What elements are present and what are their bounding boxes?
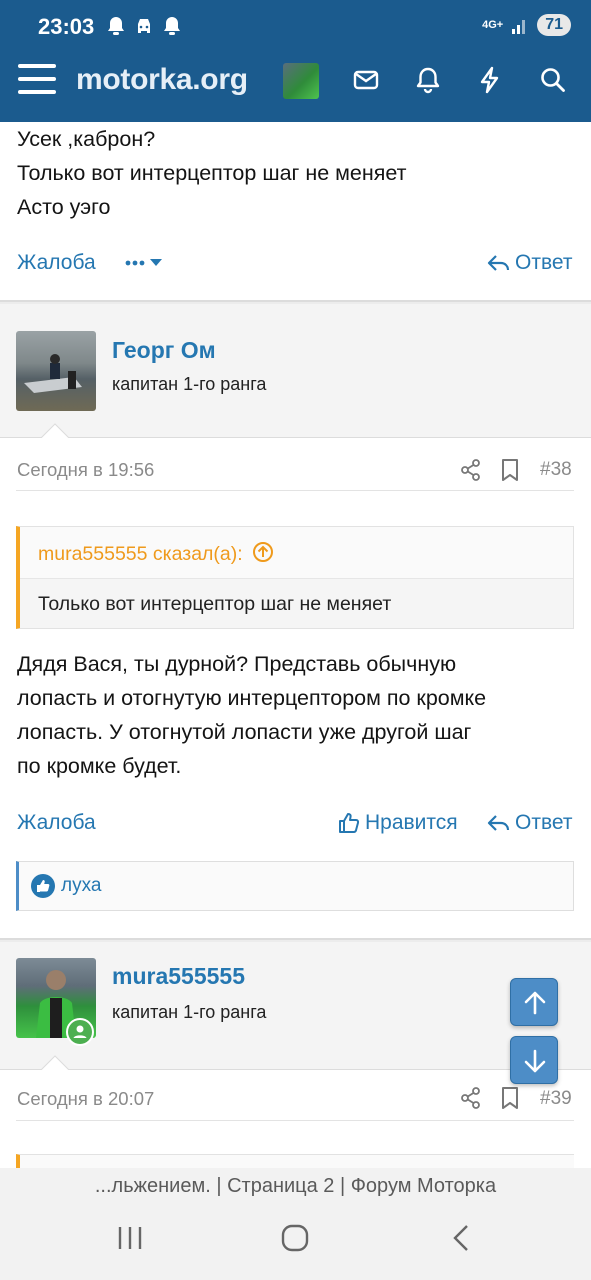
alerts-bell-icon[interactable] (413, 65, 443, 95)
post-39-author: mura555555 капитан 1-го ранга (0, 942, 591, 1071)
share-icon[interactable] (460, 459, 482, 481)
whats-new-bolt-icon[interactable] (475, 65, 505, 95)
bell-notification-icon (108, 17, 124, 35)
reply-arrow-icon (487, 255, 510, 271)
author-name[interactable]: mura555555 (112, 963, 245, 990)
app-header: 23:03 4G+ 71 motorka.org (0, 0, 591, 122)
post-date[interactable]: Сегодня в 19:56 (17, 459, 154, 481)
author-title: капитан 1-го ранга (112, 374, 267, 394)
reaction-users[interactable]: луха (61, 875, 101, 897)
post-37: Усек ,каброн? Только вот интерцептор шаг… (0, 122, 591, 302)
post-body: Усек ,каброн? Только вот интерцептор шаг… (17, 127, 407, 219)
post-number[interactable]: #39 (540, 1088, 572, 1110)
site-logo[interactable]: motorka.org (76, 63, 248, 97)
post-number[interactable]: #38 (540, 459, 572, 481)
status-time: 23:03 (38, 14, 95, 39)
bookmark-icon[interactable] (501, 458, 519, 482)
speech-pointer (40, 423, 70, 439)
reactions-bar[interactable]: луха (16, 861, 574, 911)
scroll-to-bottom-button[interactable] (510, 1036, 558, 1084)
online-user-icon (68, 1020, 92, 1044)
arrow-down-icon (524, 1049, 546, 1073)
share-icon[interactable] (460, 1087, 482, 1109)
report-link[interactable]: Жалоба (17, 811, 96, 835)
reply-button[interactable]: Ответ (487, 811, 572, 835)
quote-block: mura555555 сказал(а): Только вот интерце… (16, 526, 574, 629)
post-39: Сегодня в 20:07 #39 (0, 1070, 591, 1168)
menu-icon[interactable] (18, 64, 56, 96)
post-38: Сегодня в 19:56 #38 mura555555 сказал(а)… (0, 438, 591, 940)
post-date[interactable]: Сегодня в 20:07 (17, 1088, 154, 1110)
more-options-menu[interactable] (124, 253, 166, 278)
report-link[interactable]: Жалоба (17, 251, 96, 275)
quote-text: Только вот интерцептор шаг не меняет (38, 593, 392, 615)
recent-apps-icon[interactable] (116, 1224, 144, 1252)
car-mode-icon (138, 19, 150, 33)
scroll-to-top-button[interactable] (510, 978, 558, 1026)
quote-author[interactable]: mura555555 сказал(а): (38, 543, 243, 565)
search-icon[interactable] (538, 65, 568, 95)
ellipsis-dropdown-icon (125, 259, 162, 266)
site-nav: motorka.org (0, 52, 591, 122)
back-icon[interactable] (448, 1224, 476, 1252)
browser-page-title: ...льжением. | Страница 2 | Форум Моторк… (0, 1168, 591, 1204)
online-status-badge (66, 1018, 94, 1046)
author-name[interactable]: Георг Ом (112, 337, 216, 364)
speech-pointer (40, 1055, 70, 1071)
reply-button[interactable]: Ответ (487, 251, 572, 275)
like-button[interactable]: Нравится (338, 811, 458, 835)
arrow-up-icon (524, 991, 546, 1015)
bookmark-icon[interactable] (501, 1086, 519, 1110)
quote-block (16, 1154, 574, 1168)
signal-icon (512, 20, 526, 34)
inbox-icon[interactable] (351, 65, 381, 95)
post-body: Дядя Вася, ты дурной? Представь обычную … (17, 652, 487, 778)
status-bar: 23:03 4G+ 71 (0, 0, 591, 52)
author-avatar[interactable] (16, 331, 96, 411)
reply-arrow-icon (487, 815, 510, 831)
like-reaction-icon (31, 874, 55, 898)
author-title: капитан 1-го ранга (112, 1002, 267, 1022)
battery-level: 71 (537, 14, 571, 36)
system-navigation-bar (0, 1204, 591, 1280)
home-icon[interactable] (281, 1224, 309, 1252)
bell-notification-icon (164, 17, 180, 35)
post-38-author: Георг Ом капитан 1-го ранга (0, 304, 591, 439)
thumbs-up-icon (339, 813, 360, 833)
network-type: 4G+ (482, 19, 504, 31)
user-avatar[interactable] (283, 63, 319, 99)
jump-to-quote-icon[interactable] (252, 541, 274, 563)
